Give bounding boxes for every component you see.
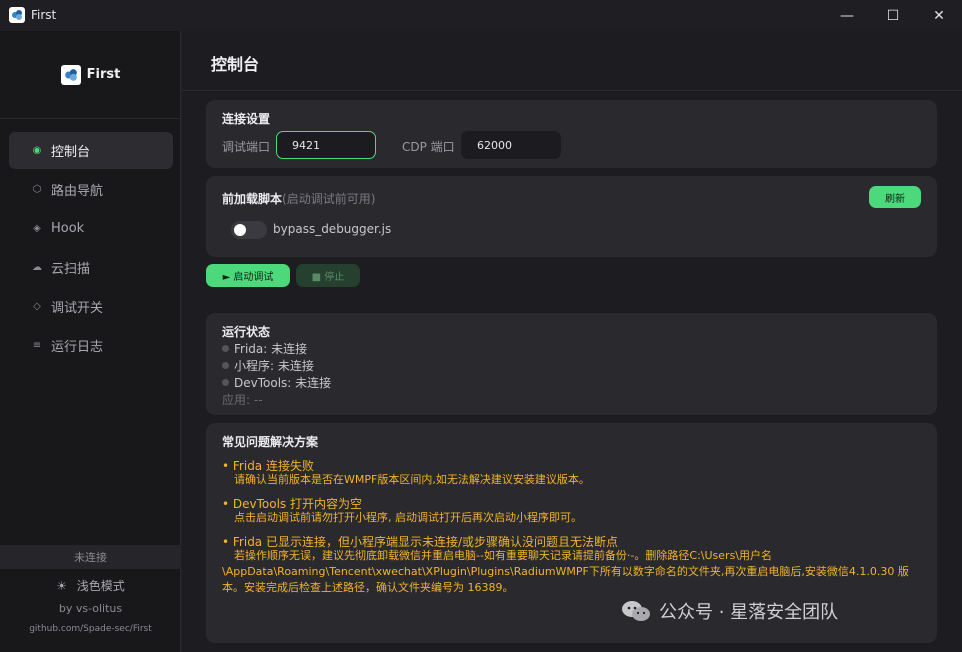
diamond-outline-icon: ◇ bbox=[33, 301, 41, 312]
window-title: First bbox=[31, 8, 57, 22]
sidebar-item-console[interactable]: ◉ 控制台 bbox=[9, 132, 173, 169]
preload-script-heading: 前加载脚本 bbox=[222, 192, 283, 206]
brand-logo-icon bbox=[60, 64, 81, 85]
sidebar: First ◉ 控制台 ⬡ 路由导航 ◈ Hook ☁ 云扫描 ◇ 调试开关 ≡… bbox=[0, 31, 181, 652]
preload-script-title: 前加载脚本(启动调试前可用) bbox=[222, 190, 375, 207]
sidebar-item-cloud-scan[interactable]: ☁ 云扫描 bbox=[9, 249, 173, 286]
sidebar-item-label: 运行日志 bbox=[51, 340, 104, 355]
preload-script-card: 前加载脚本(启动调试前可用) 刷新 bypass_debugger.js bbox=[206, 176, 937, 257]
radio-dot-icon: ◉ bbox=[32, 145, 42, 156]
sidebar-item-label: 控制台 bbox=[51, 145, 91, 160]
app-status: 应用: -- bbox=[222, 393, 263, 407]
preload-script-hint: (启动调试前可用) bbox=[282, 192, 376, 206]
main-content: 控制台 连接设置 调试端口 9421 CDP 端口 62000 前加载脚本(启动… bbox=[182, 31, 962, 652]
sidebar-item-label: 调试开关 bbox=[51, 301, 104, 316]
maximize-icon: ☐ bbox=[886, 7, 900, 24]
debug-port-label: 调试端口 bbox=[222, 140, 271, 154]
sun-icon: ☀ bbox=[56, 579, 67, 593]
stop-button[interactable]: ■ 停止 bbox=[296, 264, 360, 287]
start-debug-button[interactable]: ► 启动调试 bbox=[206, 264, 290, 287]
status-dot-icon bbox=[222, 362, 229, 369]
faq-answer: 点击启动调试前请勿打开小程序, 启动调试打开后再次启动小程序即可。 bbox=[234, 511, 582, 524]
frida-status: Frida: 未连接 bbox=[222, 340, 307, 357]
minimize-icon: — bbox=[840, 7, 854, 24]
script-toggle[interactable] bbox=[231, 221, 267, 239]
faq-title: 常见问题解决方案 bbox=[222, 435, 319, 449]
minimize-button[interactable]: — bbox=[824, 0, 870, 31]
faq-answer: 若操作顺序无误，建议先彻底卸载微信并重启电脑--如有重要聊天记录请提前备份·-。… bbox=[222, 549, 909, 594]
brand: First bbox=[0, 31, 181, 119]
sidebar-item-routes[interactable]: ⬡ 路由导航 bbox=[9, 171, 173, 208]
app-logo-icon bbox=[9, 7, 25, 23]
run-status-title: 运行状态 bbox=[222, 325, 271, 339]
sidebar-item-hook[interactable]: ◈ Hook bbox=[9, 210, 173, 247]
script-name: bypass_debugger.js bbox=[273, 222, 392, 236]
devtools-status: DevTools: 未连接 bbox=[222, 374, 331, 391]
frida-status-text: Frida: 未连接 bbox=[234, 342, 308, 356]
sidebar-item-logs[interactable]: ≡ 运行日志 bbox=[9, 327, 173, 364]
cdp-port-label: CDP 端口 bbox=[402, 140, 455, 154]
page-title: 控制台 bbox=[211, 55, 260, 74]
theme-toggle[interactable]: ☀ 浅色模式 bbox=[0, 577, 181, 594]
diamond-icon: ◈ bbox=[33, 223, 41, 234]
watermark-text: 公众号 · 星落安全团队 bbox=[659, 602, 839, 623]
status-dot-icon bbox=[222, 345, 229, 352]
theme-toggle-label: 浅色模式 bbox=[76, 579, 125, 593]
refresh-button[interactable]: 刷新 bbox=[869, 186, 921, 208]
status-dot-icon bbox=[222, 379, 229, 386]
close-button[interactable]: ✕ bbox=[916, 0, 962, 31]
connection-settings-card: 连接设置 调试端口 9421 CDP 端口 62000 bbox=[206, 100, 937, 168]
cdp-port-input[interactable]: 62000 bbox=[461, 131, 561, 159]
sidebar-item-debug-switch[interactable]: ◇ 调试开关 bbox=[9, 288, 173, 325]
miniprogram-status-text: 小程序: 未连接 bbox=[234, 359, 314, 373]
run-status-card: 运行状态 Frida: 未连接 小程序: 未连接 DevTools: 未连接 应… bbox=[206, 313, 937, 415]
connection-settings-title: 连接设置 bbox=[222, 112, 271, 126]
miniprogram-status: 小程序: 未连接 bbox=[222, 357, 314, 374]
cloud-icon: ☁ bbox=[32, 262, 42, 273]
sidebar-item-label: 云扫描 bbox=[51, 262, 91, 277]
wechat-watermark: 公众号 · 星落安全团队 bbox=[621, 598, 838, 624]
faq-answer: 请确认当前版本是否在WMPF版本区间内,如无法解决建议安装建议版本。 bbox=[234, 473, 590, 486]
devtools-status-text: DevTools: 未连接 bbox=[234, 376, 332, 390]
close-icon: ✕ bbox=[933, 7, 945, 24]
sidebar-nav: ◉ 控制台 ⬡ 路由导航 ◈ Hook ☁ 云扫描 ◇ 调试开关 ≡ 运行日志 bbox=[9, 132, 173, 366]
wechat-icon bbox=[622, 601, 650, 621]
sidebar-item-label: Hook bbox=[51, 221, 85, 236]
debug-port-input[interactable]: 9421 bbox=[276, 131, 376, 159]
maximize-button[interactable]: ☐ bbox=[870, 0, 916, 31]
github-link[interactable]: github.com/Spade-sec/First bbox=[0, 624, 181, 634]
toggle-knob bbox=[234, 224, 246, 236]
connection-status-badge: 未连接 bbox=[0, 545, 181, 569]
list-icon: ≡ bbox=[32, 340, 42, 351]
brand-name: First bbox=[86, 67, 121, 82]
author-byline: by vs-olitus bbox=[58, 602, 123, 615]
page-header: 控制台 bbox=[182, 31, 962, 91]
sidebar-item-label: 路由导航 bbox=[51, 184, 104, 199]
hexagon-icon: ⬡ bbox=[32, 184, 42, 195]
title-bar: First — ☐ ✕ bbox=[0, 0, 962, 31]
